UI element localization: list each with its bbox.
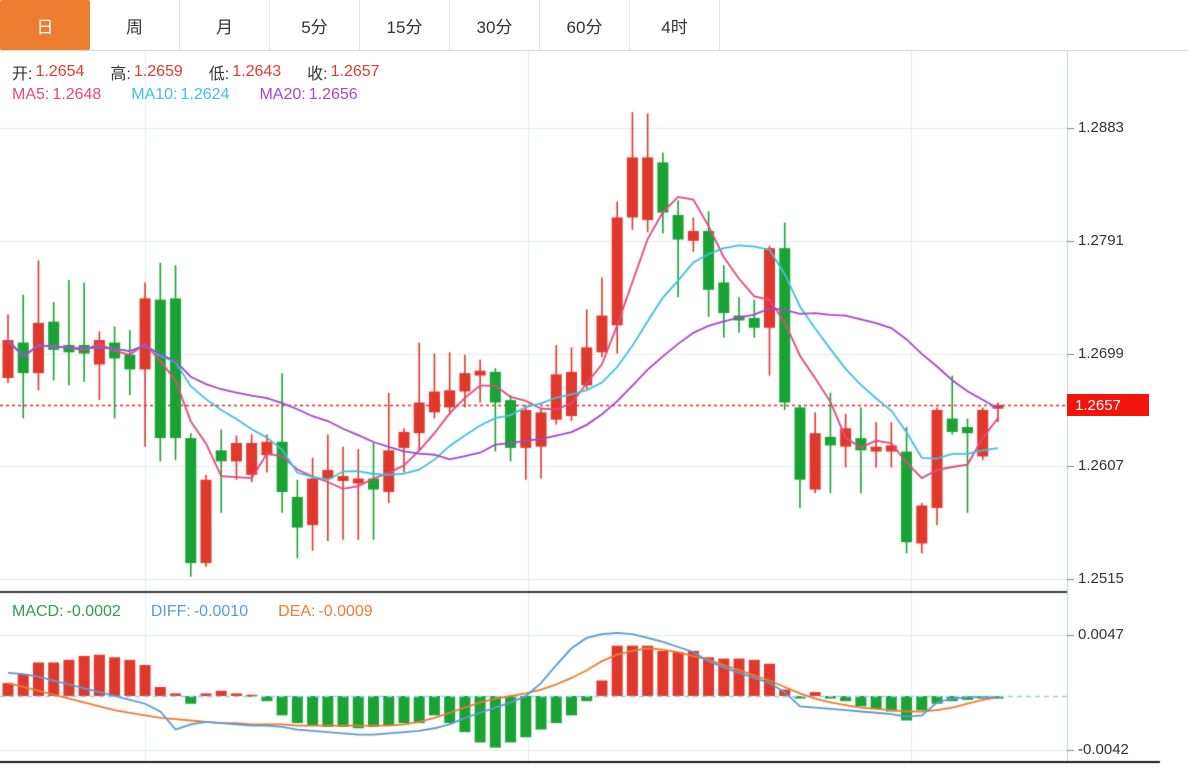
ma-item-0: MA5: 1.2648 (12, 86, 101, 104)
kline-app: 日周月 5分 15分 30分 60分 4时 开: 1.2654 高: 1.2659 低: 1.264… (0, 0, 1188, 768)
tab-timeframe-3[interactable]: 5分 (270, 0, 360, 50)
tab-timeframe-2[interactable]: 月 (180, 0, 270, 50)
ma-legend: MA5: 1.2648 MA10: 1.2624 MA20: 1.2656 (12, 86, 358, 104)
macd-label-1: DIFF: (150, 603, 191, 620)
ohlc-item-2: 低: 1.2643 (209, 60, 281, 84)
price-tick-3: 1.2607 (1078, 457, 1124, 475)
macd-item-0: MACD: -0.0002 (12, 603, 121, 621)
ohlc-label-1: 高: (110, 66, 131, 83)
ma-label-0: MA5: (12, 86, 50, 103)
ma-item-2: MA20: 1.2656 (259, 86, 357, 104)
tab-timeframe-1[interactable]: 周 (90, 0, 180, 50)
candlestick-macd-chart-canvas[interactable] (0, 0, 1188, 768)
tab-timeframe-6[interactable]: 60分 (540, 0, 630, 50)
macd-item-1: DIFF: -0.0010 (151, 603, 248, 621)
price-tick-4: 1.2515 (1078, 570, 1124, 588)
last-price-tag: 1.2657 (1067, 394, 1149, 416)
ma-label-1: MA10: (131, 86, 178, 103)
ohlc-label-0: 开: (12, 66, 33, 83)
macd-item-2: DEA: -0.0009 (278, 603, 373, 621)
macd-value-0: -0.0002 (66, 603, 121, 620)
ohlc-value-3: 1.2657 (330, 63, 380, 80)
ohlc-item-0: 开: 1.2654 (12, 60, 84, 84)
tab-timeframe-0[interactable]: 日 (0, 0, 90, 50)
macd-value-2: -0.0009 (318, 603, 373, 620)
ma-value-1: 1.2624 (180, 86, 230, 103)
macd-tick-1: -0.0042 (1078, 741, 1129, 759)
ohlc-item-3: 收: 1.2657 (307, 60, 379, 84)
macd-legend: MACD: -0.0002 DIFF: -0.0010 DEA: -0.0009 (12, 603, 373, 621)
ma-label-2: MA20: (259, 86, 306, 103)
tab-timeframe-5[interactable]: 30分 (450, 0, 540, 50)
tab-timeframe-4[interactable]: 15分 (360, 0, 450, 50)
ma-value-2: 1.2656 (308, 86, 358, 103)
ohlc-item-1: 高: 1.2659 (110, 60, 182, 84)
macd-label-2: DEA: (278, 603, 316, 620)
price-tick-2: 1.2699 (1078, 344, 1124, 362)
macd-tick-0: 0.0047 (1078, 626, 1124, 644)
tab-timeframe-7[interactable]: 4时 (630, 0, 720, 50)
ma-item-1: MA10: 1.2624 (131, 86, 229, 104)
timeframe-tabbar: 日周月 5分 15分 30分 60分 4时 (0, 0, 1188, 51)
ohlc-value-0: 1.2654 (35, 63, 85, 80)
ohlc-value-2: 1.2643 (232, 63, 282, 80)
price-tick-0: 1.2883 (1078, 119, 1124, 137)
ohlc-label-2: 低: (208, 66, 230, 83)
macd-label-0: MACD: (12, 603, 64, 620)
ma-value-0: 1.2648 (52, 86, 102, 103)
ohlc-value-1: 1.2659 (133, 63, 183, 80)
ohlc-legend: 开: 1.2654 高: 1.2659 低: 1.2643 收: 1.2657 (12, 60, 380, 84)
ohlc-label-3: 收: (307, 66, 328, 83)
macd-value-1: -0.0010 (193, 603, 249, 620)
price-tick-1: 1.2791 (1078, 231, 1124, 249)
